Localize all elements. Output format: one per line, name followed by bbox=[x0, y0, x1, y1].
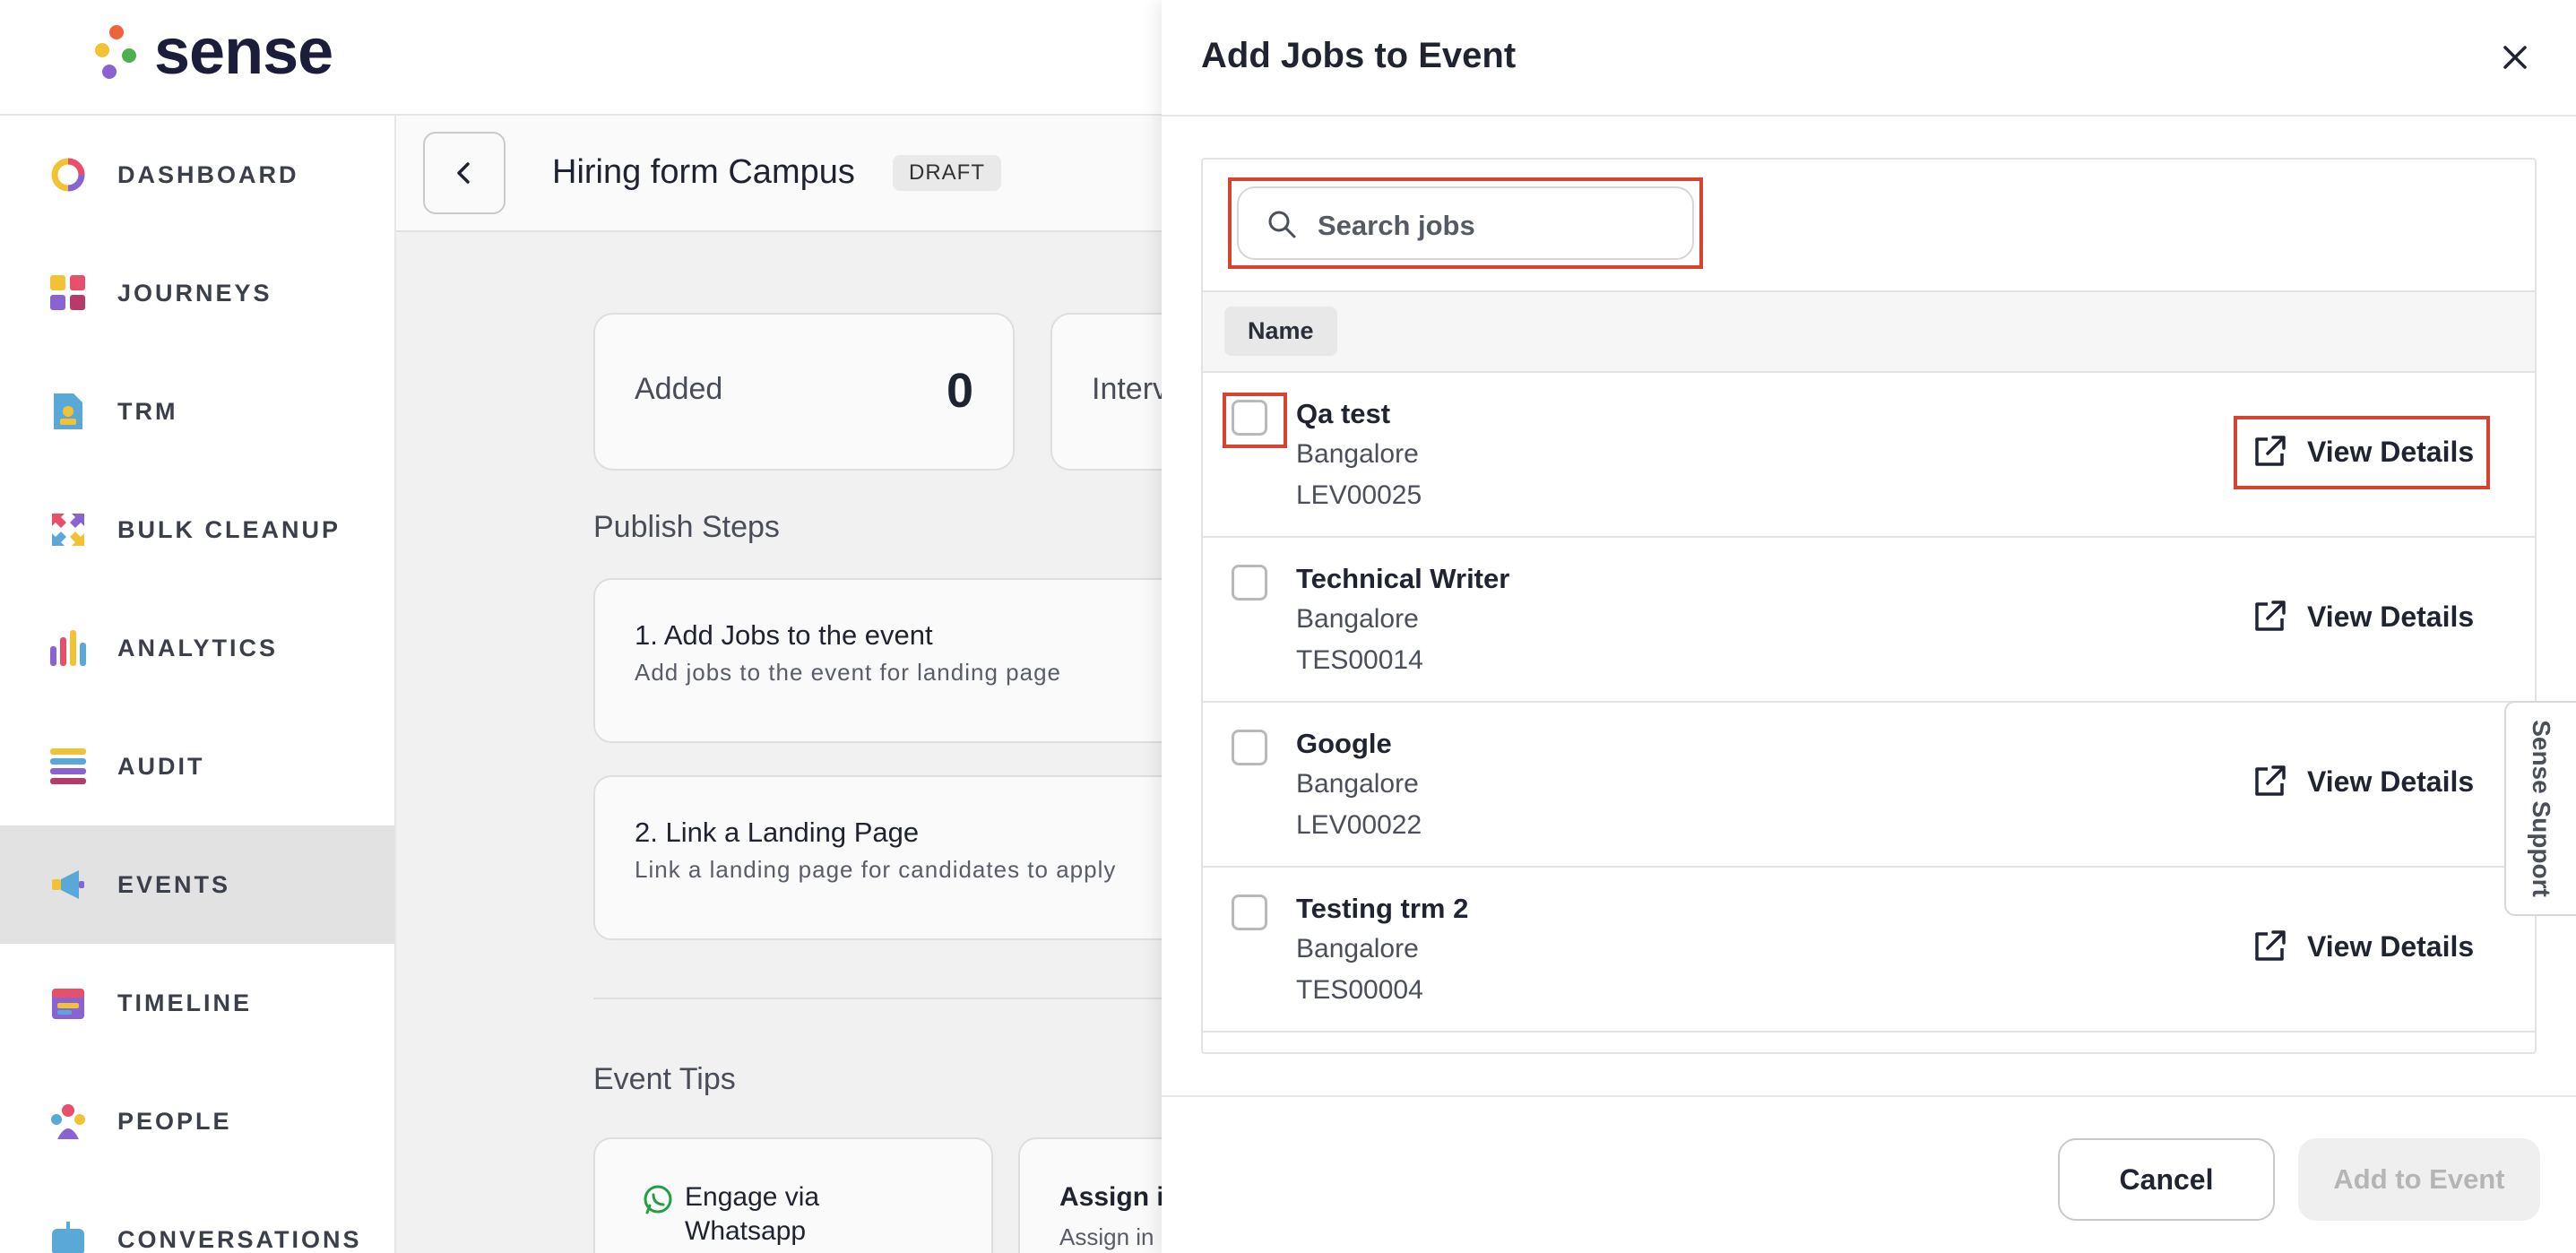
sidebar-item-events[interactable]: EVENTS bbox=[0, 825, 394, 944]
job-checkbox[interactable] bbox=[1232, 400, 1267, 436]
job-checkbox[interactable] bbox=[1232, 894, 1267, 930]
sidebar-item-label: TIMELINE bbox=[117, 989, 252, 1016]
view-details-label: View Details bbox=[2307, 765, 2475, 798]
job-location: Bangalore bbox=[1296, 439, 1419, 469]
job-name: Qa test bbox=[1296, 398, 1391, 429]
sidebar: DASHBOARD JOURNEYS TRM BULK CLEANUP ANAL… bbox=[0, 116, 396, 1253]
panel-footer: Cancel Add to Event bbox=[1162, 1095, 2576, 1253]
job-location: Bangalore bbox=[1296, 604, 1419, 634]
job-code: TES00014 bbox=[1296, 645, 1423, 675]
bulk-cleanup-arrows-icon bbox=[52, 514, 84, 546]
view-details-button[interactable]: View Details bbox=[2234, 911, 2490, 984]
job-name: Technical Writer bbox=[1296, 563, 1510, 594]
sidebar-item-label: AUDIT bbox=[117, 752, 205, 780]
people-icon bbox=[51, 1104, 85, 1139]
view-details-button[interactable]: View Details bbox=[2234, 416, 2490, 489]
add-to-event-button[interactable]: Add to Event bbox=[2298, 1138, 2540, 1221]
external-link-icon bbox=[2255, 601, 2286, 631]
search-placeholder: Search jobs bbox=[1318, 210, 1475, 241]
job-name: Google bbox=[1296, 728, 1392, 759]
megaphone-icon bbox=[52, 870, 84, 899]
sidebar-item-label: ANALYTICS bbox=[117, 634, 279, 661]
sidebar-item-label: BULK CLEANUP bbox=[117, 515, 341, 543]
column-header-name[interactable]: Name bbox=[1224, 307, 1337, 356]
jobs-table: Search jobs Name Qa test Bangalore LEV00… bbox=[1201, 158, 2537, 1054]
cancel-button[interactable]: Cancel bbox=[2058, 1138, 2275, 1221]
sidebar-item-label: CONVERSATIONS bbox=[117, 1225, 362, 1253]
job-code: LEV00025 bbox=[1296, 480, 1422, 510]
job-code: TES00004 bbox=[1296, 975, 1423, 1005]
table-header: Name bbox=[1203, 290, 2535, 373]
sense-support-tab[interactable]: Sense Support bbox=[2504, 701, 2576, 916]
dashboard-ring-icon bbox=[51, 158, 85, 192]
search-input[interactable]: Search jobs bbox=[1237, 186, 1694, 260]
trm-document-icon bbox=[54, 393, 82, 429]
logo-dots-icon bbox=[93, 20, 138, 84]
sidebar-item-timeline[interactable]: TIMELINE bbox=[0, 944, 394, 1062]
sidebar-item-label: TRM bbox=[117, 397, 178, 425]
timeline-calendar-icon bbox=[52, 989, 84, 1019]
checkbox-wrap bbox=[1223, 887, 1287, 943]
brand-name: sense bbox=[154, 16, 333, 88]
analytics-bars-icon bbox=[50, 630, 86, 666]
conversations-bot-icon bbox=[52, 1222, 84, 1253]
table-row: Testing trm 2 Bangalore TES00004 View De… bbox=[1203, 868, 2535, 1033]
modal-backdrop[interactable] bbox=[396, 116, 1162, 1253]
external-link-icon bbox=[2255, 765, 2286, 796]
add-jobs-panel: Add Jobs to Event Search jobs Name Qa te… bbox=[1162, 0, 2576, 1253]
view-details-label: View Details bbox=[2307, 436, 2475, 468]
journeys-grid-icon bbox=[50, 275, 85, 310]
close-button[interactable] bbox=[2494, 36, 2537, 79]
sidebar-item-bulk-cleanup[interactable]: BULK CLEANUP bbox=[0, 471, 394, 589]
sidebar-item-label: PEOPLE bbox=[117, 1107, 232, 1135]
job-checkbox[interactable] bbox=[1232, 730, 1267, 765]
view-details-label: View Details bbox=[2307, 930, 2475, 963]
audit-list-icon bbox=[50, 748, 86, 784]
sidebar-item-journeys[interactable]: JOURNEYS bbox=[0, 234, 394, 352]
job-location: Bangalore bbox=[1296, 769, 1419, 799]
sidebar-item-conversations[interactable]: CONVERSATIONS bbox=[0, 1180, 394, 1253]
job-location: Bangalore bbox=[1296, 934, 1419, 964]
checkbox-wrap bbox=[1223, 722, 1287, 778]
view-details-button[interactable]: View Details bbox=[2234, 746, 2490, 819]
table-row: Technical Writer Bangalore TES00014 View… bbox=[1203, 538, 2535, 703]
sidebar-item-label: DASHBOARD bbox=[117, 160, 299, 188]
job-name: Testing trm 2 bbox=[1296, 893, 1469, 924]
sidebar-item-trm[interactable]: TRM bbox=[0, 352, 394, 471]
view-details-label: View Details bbox=[2307, 601, 2475, 633]
external-link-icon bbox=[2255, 436, 2286, 466]
view-details-button[interactable]: View Details bbox=[2234, 581, 2490, 654]
panel-title: Add Jobs to Event bbox=[1201, 36, 1517, 75]
table-row: Google Bangalore LEV00022 View Details bbox=[1203, 703, 2535, 868]
sense-logo[interactable]: sense bbox=[93, 20, 333, 84]
close-icon bbox=[2503, 46, 2527, 69]
search-highlight: Search jobs bbox=[1228, 177, 1703, 269]
job-checkbox[interactable] bbox=[1232, 565, 1267, 601]
search-icon bbox=[1268, 211, 1296, 238]
sidebar-item-label: EVENTS bbox=[117, 870, 231, 898]
panel-header: Add Jobs to Event bbox=[1162, 0, 2576, 117]
checkbox-wrap bbox=[1223, 557, 1287, 613]
sidebar-item-audit[interactable]: AUDIT bbox=[0, 707, 394, 825]
sidebar-item-analytics[interactable]: ANALYTICS bbox=[0, 589, 394, 707]
sidebar-item-people[interactable]: PEOPLE bbox=[0, 1062, 394, 1180]
checkbox-highlight bbox=[1223, 393, 1287, 448]
table-row bbox=[1203, 1033, 2535, 1052]
external-link-icon bbox=[2255, 930, 2286, 961]
support-label: Sense Support bbox=[2528, 720, 2555, 897]
sidebar-item-label: JOURNEYS bbox=[117, 279, 272, 307]
job-code: LEV00022 bbox=[1296, 810, 1422, 840]
sidebar-item-dashboard[interactable]: DASHBOARD bbox=[0, 116, 394, 234]
table-row: Qa test Bangalore LEV00025 View Details bbox=[1203, 373, 2535, 538]
